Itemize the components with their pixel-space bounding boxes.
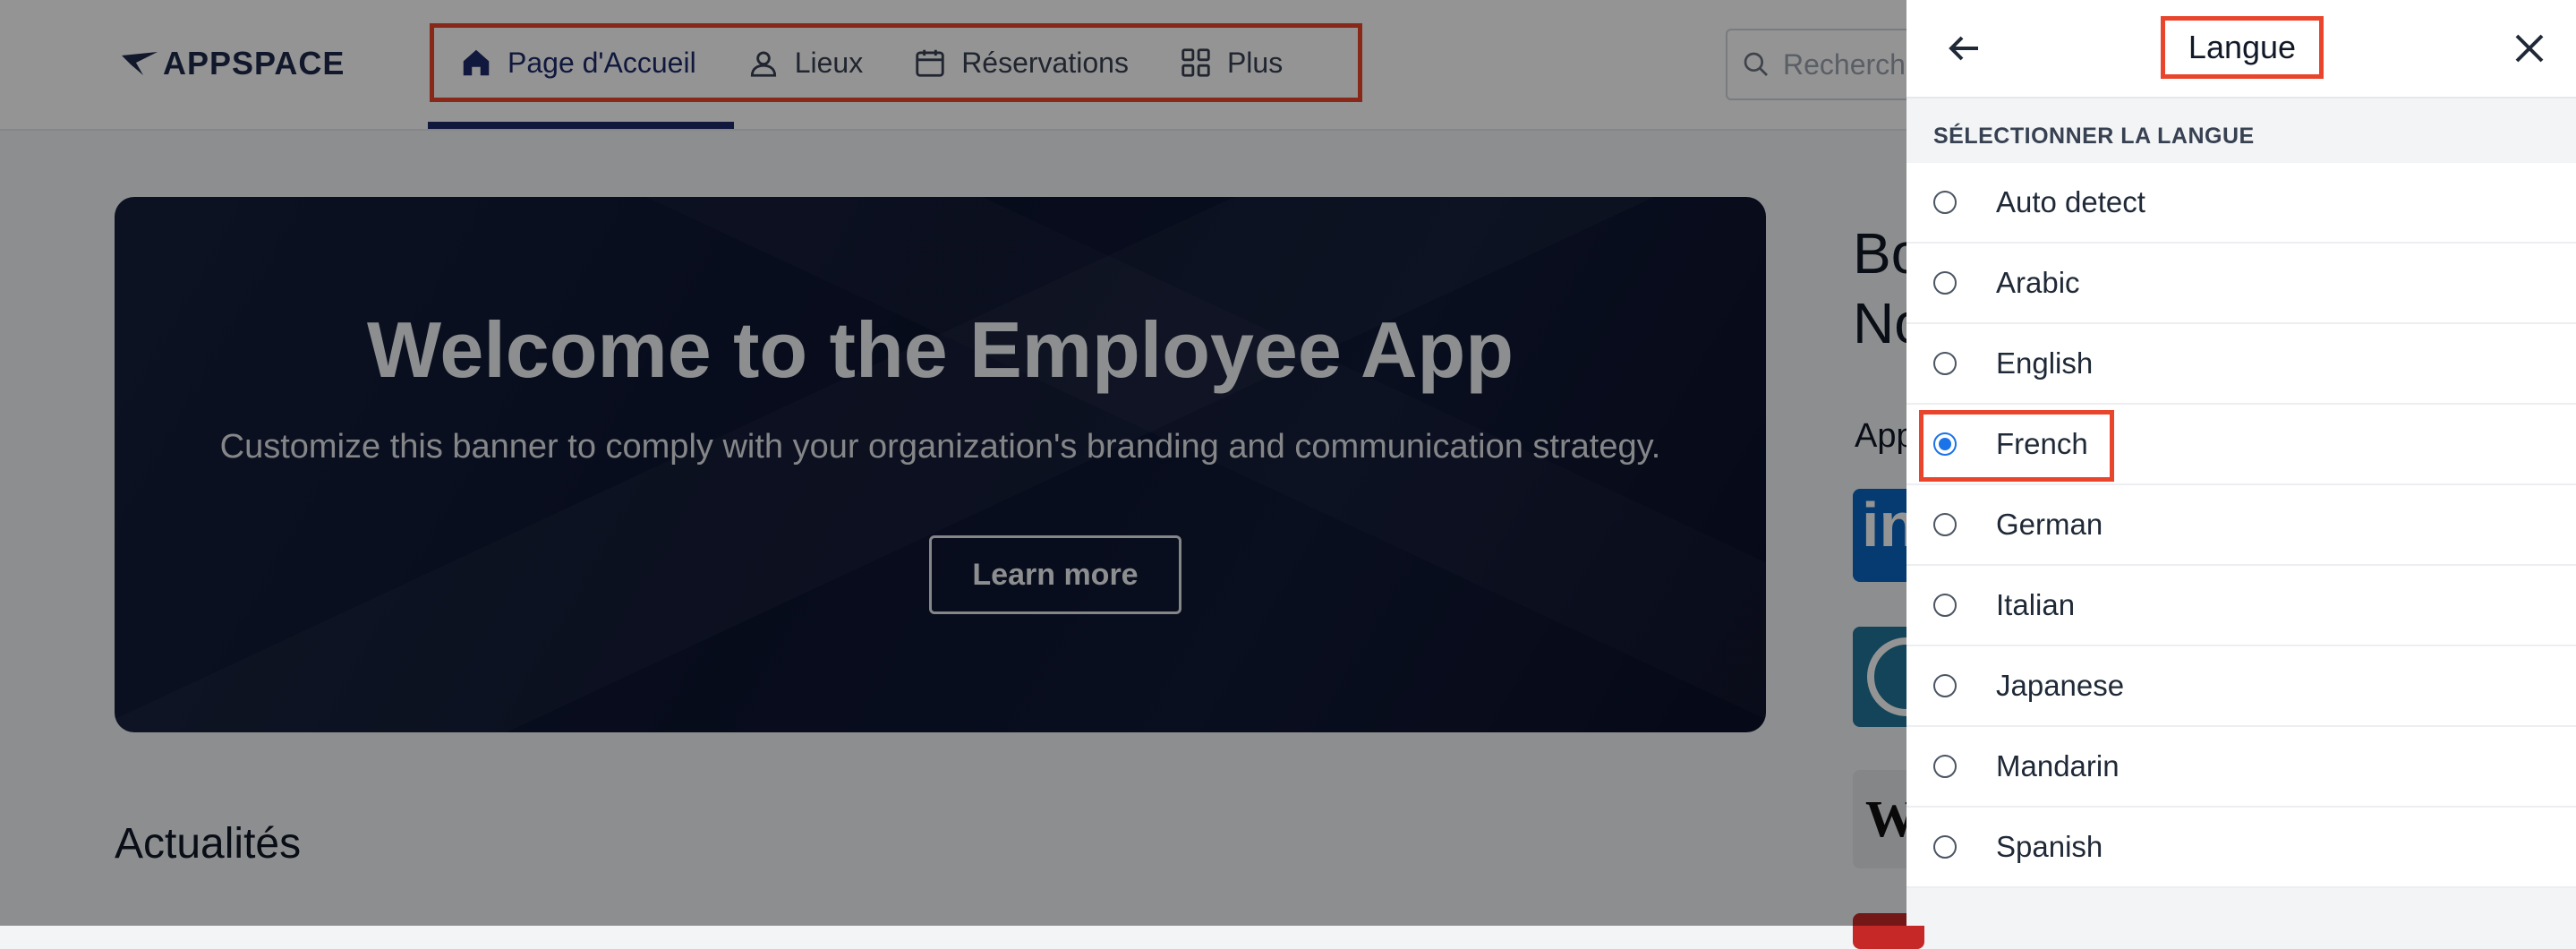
language-list: Auto detect Arabic English French German… (1906, 163, 2576, 888)
language-label: French (1996, 427, 2088, 460)
language-option-german[interactable]: German (1906, 485, 2576, 566)
radio-button[interactable] (1933, 352, 1957, 375)
language-option-arabic[interactable]: Arabic (1906, 244, 2576, 324)
language-option-auto-detect[interactable]: Auto detect (1906, 163, 2576, 244)
language-label: Auto detect (1996, 185, 2145, 218)
language-label: Mandarin (1996, 749, 2120, 782)
radio-button[interactable] (1933, 835, 1957, 859)
language-option-spanish[interactable]: Spanish (1906, 808, 2576, 888)
language-panel: Langue SÉLECTIONNER LA LANGUE Auto detec… (1906, 0, 2576, 926)
panel-header: Langue (1906, 0, 2576, 98)
language-option-mandarin[interactable]: Mandarin (1906, 727, 2576, 808)
language-option-japanese[interactable]: Japanese (1906, 646, 2576, 727)
radio-button[interactable] (1933, 755, 1957, 778)
radio-button[interactable] (1933, 674, 1957, 697)
language-label: Spanish (1996, 830, 2103, 863)
radio-button[interactable] (1933, 513, 1957, 536)
back-arrow-icon[interactable] (1942, 27, 1985, 70)
language-label: German (1996, 508, 2103, 541)
language-label: Italian (1996, 588, 2076, 621)
panel-title: Langue (2161, 16, 2324, 79)
language-option-italian[interactable]: Italian (1906, 566, 2576, 646)
close-icon[interactable] (2508, 27, 2551, 70)
radio-button[interactable] (1933, 191, 1957, 214)
section-label: SÉLECTIONNER LA LANGUE (1933, 124, 2255, 149)
language-option-english[interactable]: English (1906, 324, 2576, 405)
language-option-french[interactable]: French (1906, 405, 2576, 485)
modal-overlay[interactable] (0, 0, 1906, 926)
language-label: Japanese (1996, 669, 2125, 702)
radio-button[interactable] (1933, 594, 1957, 617)
radio-button[interactable] (1933, 271, 1957, 295)
radio-button-selected[interactable] (1933, 432, 1957, 456)
language-label: English (1996, 346, 2094, 380)
language-label: Arabic (1996, 266, 2080, 299)
